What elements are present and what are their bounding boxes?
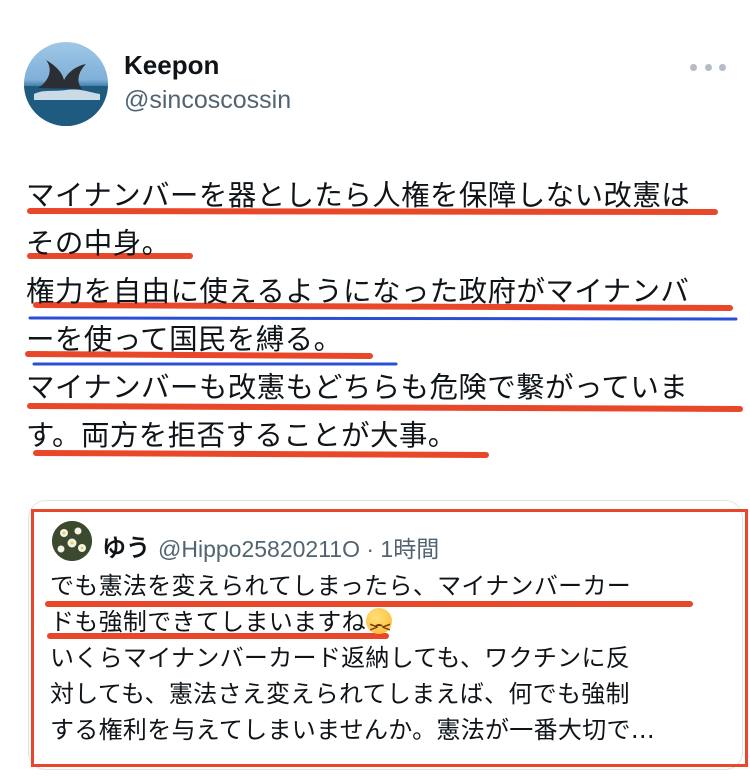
persevering-face-emoji-icon: [365, 608, 392, 645]
tweet-line: その中身。: [26, 227, 171, 260]
quoted-line: でも憲法を変えられてしまったら、マイナンバーカー: [50, 572, 632, 600]
quoted-line: いくらマイナンバーカード返納しても、ワクチンに反: [50, 644, 631, 672]
tweet-line: 権力を自由に使えるようになった政府がマイナンバ: [26, 275, 690, 308]
quoted-line: ドも強制できてしまいますね: [50, 608, 366, 636]
quoted-tweet-body: でも憲法を変えられてしまったら、マイナンバーカー ドも強制できてしまいますね い…: [50, 568, 740, 748]
quoted-line: 対しても、憲法さえ変えられてしまえば、何でも強制: [50, 680, 630, 708]
quoted-line: する権利を与えてしまいませんか。憲法が一番大切で…: [50, 716, 656, 744]
tweet-line: ーを使って国民を縛る。: [26, 323, 343, 356]
tweet-body: マイナンバーを器としたら人権を保障しない改憲は その中身。 権力を自由に使えるよ…: [26, 172, 746, 460]
tweet-line: マイナンバーも改憲もどちらも危険で繋がっていま: [26, 371, 689, 404]
tweet-line: マイナンバーを器としたら人権を保障しない改憲は: [26, 179, 691, 212]
tweet-line: す。両方を拒否することが大事。: [26, 419, 457, 452]
